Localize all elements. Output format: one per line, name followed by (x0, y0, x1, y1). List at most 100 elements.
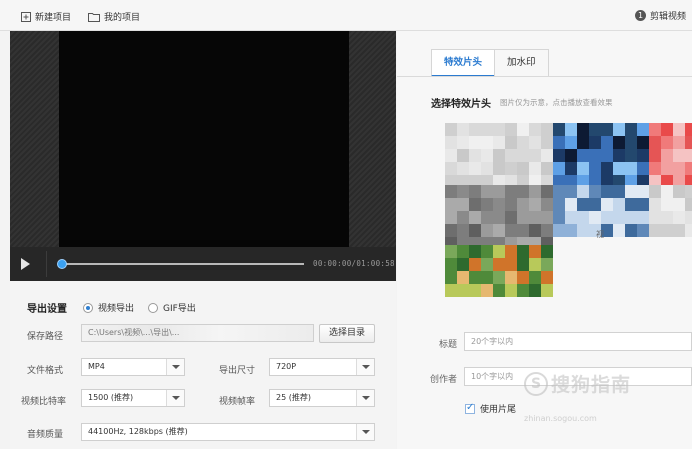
thumbnail-pixel (589, 149, 601, 162)
thumbnail-pixel (445, 284, 457, 297)
title-label: 标题 (439, 340, 458, 350)
thumbnail-pixel (577, 136, 589, 149)
thumbnail-pixel (445, 123, 457, 136)
bitrate-value: 1500 (推荐) (88, 393, 134, 402)
thumbnail-pixel (481, 162, 493, 175)
thumbnail-pixel (565, 211, 577, 224)
audio-select[interactable]: 44100Hz, 128kbps (推荐) (81, 423, 375, 441)
thumbnail-pixel (661, 224, 673, 237)
thumbnail-pixel (541, 211, 553, 224)
help-link[interactable]: 1 剪辑视频 (634, 9, 686, 22)
thumbnail-pixel (553, 123, 565, 136)
thumbnail-pixel (661, 211, 673, 224)
thumbnail-pixel (565, 198, 577, 211)
tab-intro-effects[interactable]: 特效片头 (431, 49, 496, 77)
export-settings-title: 导出设置 (27, 304, 67, 315)
title-input[interactable]: 20个字以内 (464, 332, 692, 351)
thumbnail-pixel (625, 136, 637, 149)
intro-thumbnail-grid[interactable] (445, 123, 692, 301)
thumbnail-pixel (685, 224, 692, 237)
format-select[interactable]: MP4 (81, 358, 185, 376)
thumbnail-pixel (481, 284, 493, 297)
thumbnail-pixel (673, 198, 685, 211)
thumbnail-pixel (481, 211, 493, 224)
thumbnail-pixel (589, 123, 601, 136)
thumbnail-pixel (505, 149, 517, 162)
thumbnail-pixel (469, 149, 481, 162)
radio-gif-export[interactable]: GIF导出 (148, 301, 196, 314)
radio-video-export[interactable]: 视频导出 (83, 301, 134, 314)
thumbnail-pixel (529, 211, 541, 224)
thumbnail-pixel (661, 123, 673, 136)
my-projects-button[interactable]: 我的项目 (88, 10, 140, 23)
thumbnail-pixel (481, 224, 493, 237)
thumbnail-pixel (493, 198, 505, 211)
choose-directory-button[interactable]: 选择目录 (319, 324, 375, 343)
thumbnail-pixel (469, 136, 481, 149)
thumbnail-pixel (565, 123, 577, 136)
folder-icon (88, 12, 100, 22)
thumbnail-pixel (685, 136, 692, 149)
thumbnail-pixel (445, 245, 457, 258)
thumbnail-pixel (493, 185, 505, 198)
thumbnail-pixel (517, 258, 529, 271)
thumbnail-pixel (601, 149, 613, 162)
tab-watermark[interactable]: 加水印 (494, 49, 549, 77)
thumbnail-pixel (457, 136, 469, 149)
video-canvas[interactable] (59, 31, 349, 247)
select-intro-title: 选择特效片头 (431, 99, 491, 110)
thumbnail-pixel (541, 136, 553, 149)
thumbnail-pixel (469, 271, 481, 284)
thumbnail-pixel (673, 162, 685, 175)
thumbnail-pixel (685, 162, 692, 175)
thumbnail-pixel (565, 149, 577, 162)
thumbnail-pixel (625, 123, 637, 136)
thumbnail-pixel (481, 198, 493, 211)
play-icon[interactable] (21, 258, 30, 270)
thumbnail-pixel (457, 198, 469, 211)
thumbnail-pixel (661, 198, 673, 211)
preview-area (10, 31, 396, 247)
thumbnail-pixel (529, 245, 541, 258)
thumbnail-pixel (553, 149, 565, 162)
thumbnail-pixel (529, 258, 541, 271)
thumbnail-pixel (637, 123, 649, 136)
thumbnail-pixel (445, 224, 457, 237)
thumbnail-pixel (613, 149, 625, 162)
thumbnail-pixel (469, 162, 481, 175)
left-panel: 00:00:00/01:00:58 导出设置 视频导出 GIF导出 保存路径 C… (10, 31, 396, 449)
save-path-field[interactable]: C:\Users\视频\...\导出\... (81, 324, 314, 342)
new-project-button[interactable]: 新建项目 (21, 10, 71, 23)
thumbnail-pixel (577, 162, 589, 175)
checkbox-checked-icon (465, 402, 475, 414)
progress-knob[interactable] (57, 259, 67, 269)
thumbnail-pixel (529, 123, 541, 136)
thumbnail-pixel (661, 149, 673, 162)
thumbnail-pixel (637, 149, 649, 162)
thumbnail-pixel (469, 123, 481, 136)
sogou-logo-icon: S (524, 371, 548, 396)
thumbnail-pixel (457, 123, 469, 136)
export-settings: 导出设置 视频导出 GIF导出 保存路径 C:\Users\视频\...\导出\… (10, 281, 396, 449)
size-select[interactable]: 720P (269, 358, 375, 376)
thumbnail-pixel (649, 185, 661, 198)
thumbnail-pixel (505, 185, 517, 198)
progress-track[interactable] (60, 263, 304, 265)
thumbnail-pixel (601, 162, 613, 175)
framerate-select[interactable]: 25 (推荐) (269, 389, 375, 407)
use-outro-checkbox[interactable]: 使用片尾 (465, 402, 516, 415)
thumbnail-pixel (673, 185, 685, 198)
thumbnail-pixel (601, 123, 613, 136)
thumbnail-pixel (661, 162, 673, 175)
thumbnail-pixel (481, 271, 493, 284)
thumbnail-pixel (601, 198, 613, 211)
chevron-down-icon (356, 424, 374, 440)
thumbnail-pixel (445, 211, 457, 224)
bitrate-select[interactable]: 1500 (推荐) (81, 389, 185, 407)
thumbnail-pixel (529, 162, 541, 175)
thumbnail-pixel (517, 149, 529, 162)
sogou-watermark: S 搜狗指南 (524, 370, 631, 397)
thumbnail-pixel (541, 284, 553, 297)
thumbnail-pixel (469, 198, 481, 211)
thumbnail-pixel (637, 162, 649, 175)
